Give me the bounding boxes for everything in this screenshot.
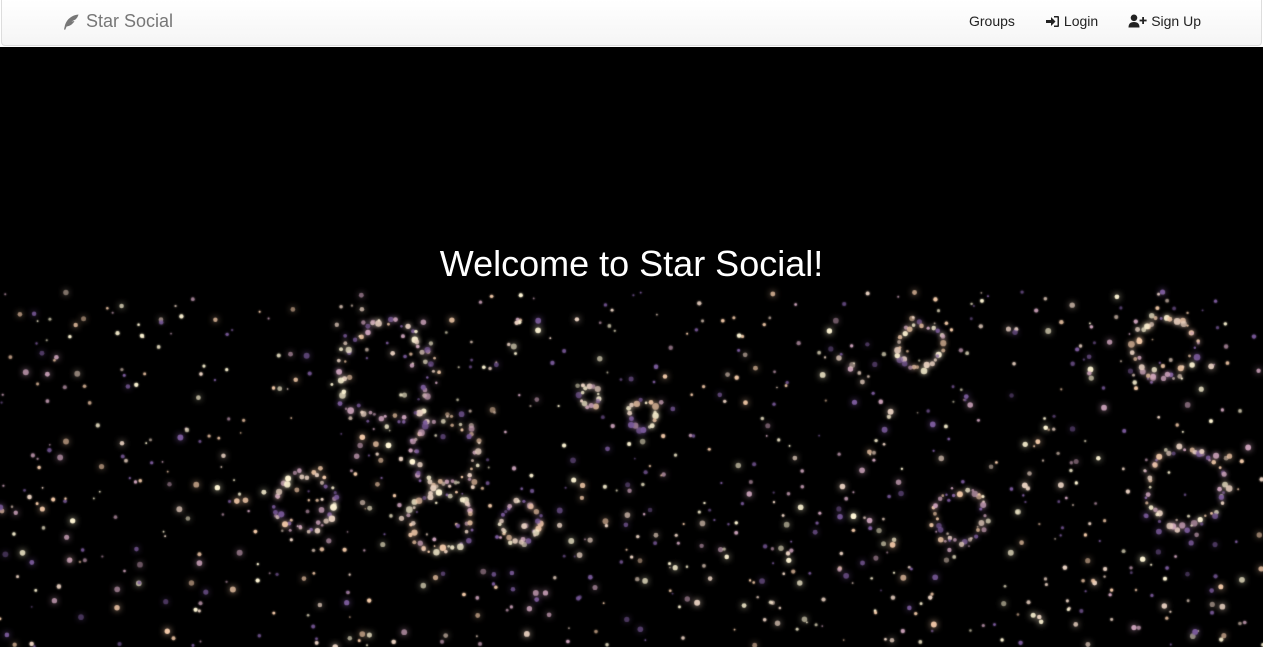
top-navbar: Star Social Groups Login Sign Up (1, 0, 1262, 46)
brand-name: Star Social (86, 11, 174, 31)
welcome-heading: Welcome to Star Social! (439, 243, 824, 284)
particle-background (0, 47, 1263, 647)
user-plus-icon (1128, 14, 1147, 28)
nav-login-link[interactable]: Login (1045, 13, 1098, 29)
nav-login-label: Login (1063, 13, 1099, 29)
sign-in-icon (1045, 15, 1060, 28)
feather-icon (62, 13, 80, 31)
brand-link[interactable]: Star Social (62, 11, 173, 32)
nav-links: Groups Login Sign Up (969, 13, 1201, 29)
nav-groups-label: Groups (969, 13, 1015, 29)
nav-signup-link[interactable]: Sign Up (1128, 13, 1201, 29)
nav-signup-label: Sign Up (1151, 13, 1201, 29)
nav-groups-link[interactable]: Groups (969, 13, 1015, 29)
hero-section: Welcome to Star Social! (0, 47, 1263, 647)
